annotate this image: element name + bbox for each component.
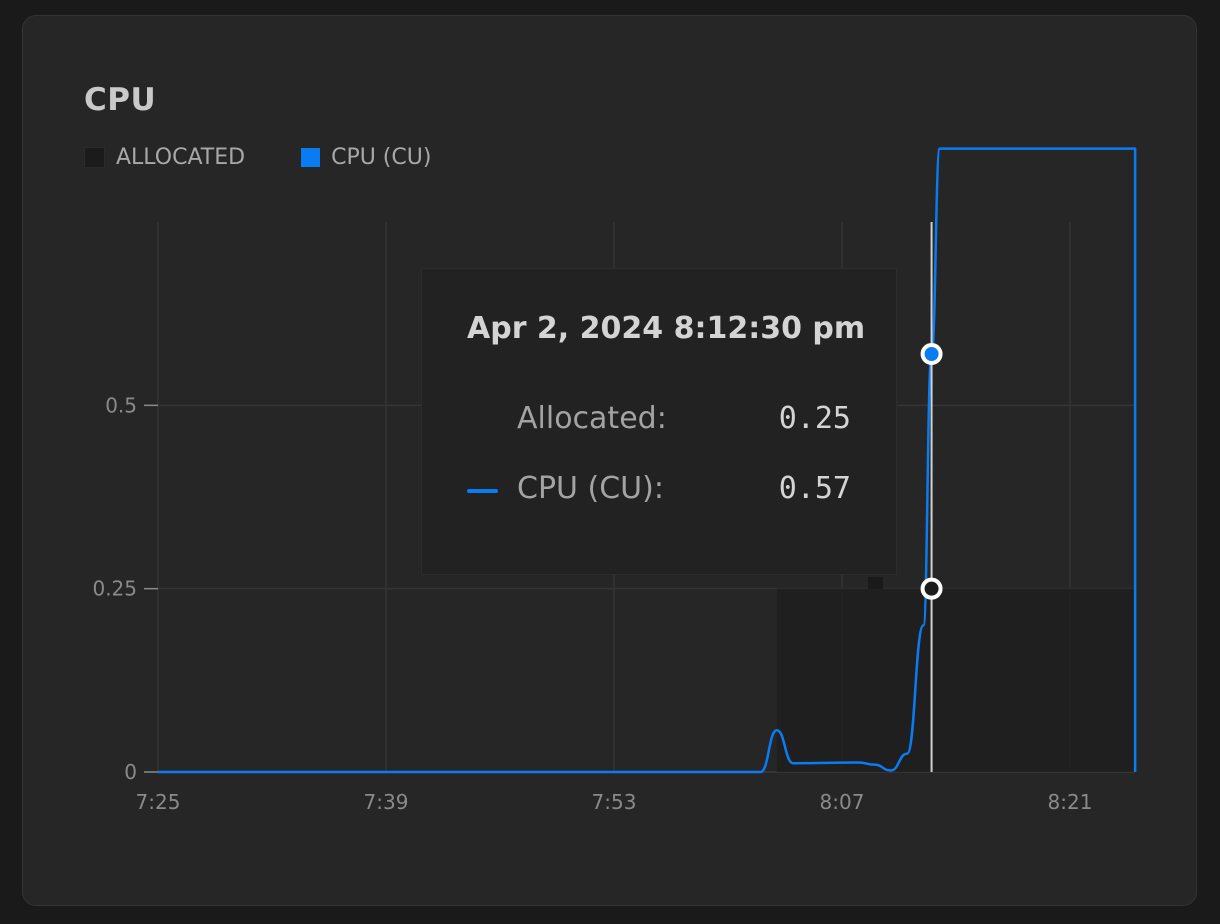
y-tick-label: 0 <box>124 760 137 784</box>
tooltip-label-allocated: Allocated: <box>517 401 667 436</box>
x-tick-label: 8:07 <box>820 790 865 814</box>
tooltip-row-cpu: CPU (CU): 0.57 <box>422 471 896 511</box>
chart-tooltip: Apr 2, 2024 8:12:30 pm Allocated: 0.25 C… <box>421 268 897 575</box>
allocated-hover-marker <box>868 577 883 589</box>
x-tick-label: 8:21 <box>1048 790 1093 814</box>
y-tick-label: 0.25 <box>92 577 137 601</box>
tooltip-label-cpu: CPU (CU): <box>517 471 664 506</box>
tooltip-value-cpu: 0.57 <box>778 471 851 506</box>
cpu-hover-point <box>920 343 943 365</box>
x-tick-label: 7:39 <box>364 790 409 814</box>
x-tick-label: 7:53 <box>592 790 637 814</box>
x-tick-label: 7:25 <box>136 790 181 814</box>
y-tick-label: 0.5 <box>105 393 137 417</box>
tooltip-row-allocated: Allocated: 0.25 <box>422 401 896 441</box>
allocated-area <box>776 588 1136 772</box>
tooltip-value-allocated: 0.25 <box>778 401 851 436</box>
allocated-hover-point <box>920 577 943 600</box>
tooltip-date: Apr 2, 2024 8:12:30 pm <box>467 311 866 346</box>
tooltip-cpu-line-marker <box>467 489 498 493</box>
